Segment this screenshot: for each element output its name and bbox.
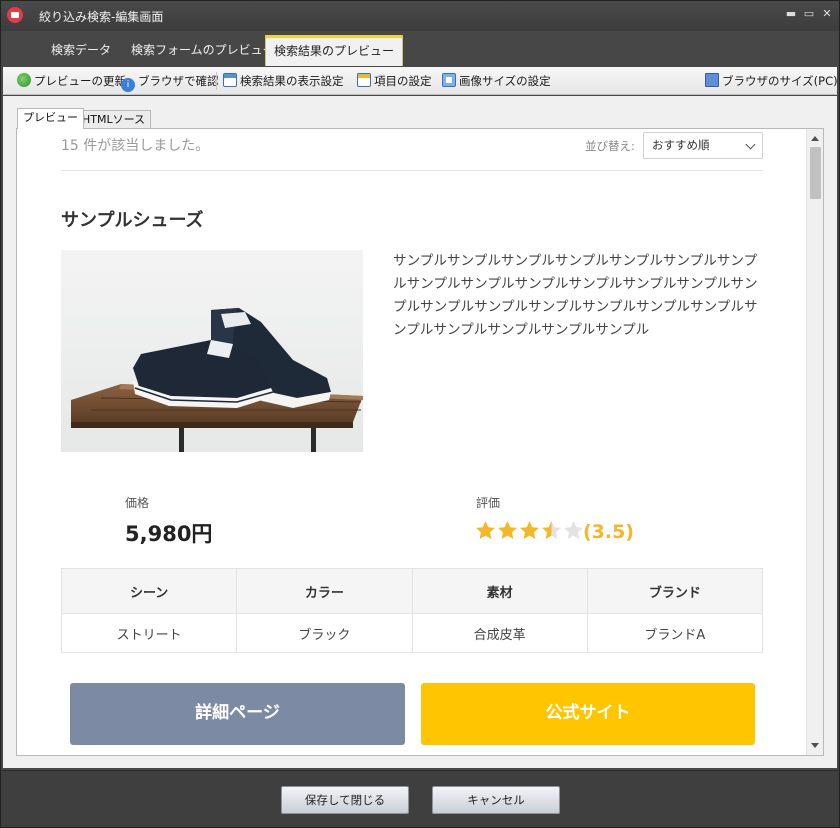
star-rating xyxy=(475,520,585,542)
scroll-thumb[interactable] xyxy=(810,147,821,199)
chevron-down-icon xyxy=(745,139,756,150)
monitor-icon xyxy=(705,73,719,87)
result-count: 15 件が該当しました。 xyxy=(61,138,210,154)
grid-icon xyxy=(223,73,237,87)
editor-window: 絞り込み検索-編集画面 ▬ ▭ ✕ 検索データ 検索フォームのプレビュー 検索結… xyxy=(0,0,840,828)
item-settings-label: 項目の設定 xyxy=(374,74,432,88)
star-icon xyxy=(520,521,539,539)
result-display-settings-button[interactable]: 検索結果の表示設定 xyxy=(223,73,344,89)
vertical-scrollbar[interactable] xyxy=(806,129,823,755)
items-icon xyxy=(357,73,371,87)
spec-value-scene: ストリート xyxy=(60,613,238,653)
refresh-preview-button[interactable]: プレビューの更新 xyxy=(17,73,126,89)
toolbar-separator xyxy=(216,72,217,90)
tab-search-data[interactable]: 検索データ xyxy=(43,35,119,66)
preview-frame[interactable]: 15 件が該当しました。 並び替え: おすすめ順 サンプルシューズ サンプルサン… xyxy=(16,128,824,756)
refresh-icon xyxy=(17,73,31,87)
spec-header-scene: シーン xyxy=(60,568,238,614)
cancel-button[interactable]: キャンセル xyxy=(432,786,560,814)
star-icon xyxy=(476,521,495,539)
maximize-icon[interactable]: ▭ xyxy=(803,8,815,20)
close-icon[interactable]: ✕ xyxy=(821,8,833,20)
browser-check-label: ブラウザで確認 xyxy=(138,74,219,88)
scroll-down-icon[interactable] xyxy=(811,743,819,748)
price-value: 5,980円 xyxy=(125,522,213,546)
tab-search-form-preview[interactable]: 検索フォームのプレビュー xyxy=(123,35,283,66)
tab-preview[interactable]: プレビュー xyxy=(17,108,84,129)
minimize-icon[interactable]: ▬ xyxy=(785,8,797,20)
preview-page: 15 件が該当しました。 並び替え: おすすめ順 サンプルシューズ サンプルサン… xyxy=(17,129,807,755)
toolbar: プレビューの更新 i ブラウザで確認 検索結果の表示設定 項目の設定 画像サイズの… xyxy=(3,67,840,95)
product-image xyxy=(61,250,363,452)
spec-header-color: カラー xyxy=(236,568,413,614)
info-icon: i xyxy=(121,78,135,92)
rating-value: (3.5) xyxy=(583,521,635,543)
spec-value-material: 合成皮革 xyxy=(411,613,588,653)
tab-html-source[interactable]: HTMLソース xyxy=(76,110,152,128)
spec-header-material: 素材 xyxy=(411,568,588,614)
scroll-up-icon[interactable] xyxy=(811,136,819,141)
result-display-settings-label: 検索結果の表示設定 xyxy=(240,74,344,88)
refresh-preview-label: プレビューの更新 xyxy=(34,74,126,88)
spec-table: シーン カラー 素材 ブランド ストリート ブラック 合成皮革 ブランドA xyxy=(60,568,764,653)
price-label: 価格 xyxy=(125,496,150,510)
window-title: 絞り込み検索-編集画面 xyxy=(39,10,164,24)
browser-check-button[interactable]: i ブラウザで確認 xyxy=(121,73,219,92)
main-tabs: 検索データ 検索フォームのプレビュー 検索結果のプレビュー xyxy=(1,31,839,67)
title-bar[interactable]: 絞り込み検索-編集画面 ▬ ▭ ✕ xyxy=(1,1,839,31)
divider xyxy=(61,170,763,171)
browser-size-label: ブラウザのサイズ(PC) xyxy=(722,74,838,88)
product-title: サンプルシューズ xyxy=(61,210,204,231)
spec-value-brand: ブランドA xyxy=(586,613,764,653)
item-settings-button[interactable]: 項目の設定 xyxy=(357,73,432,89)
star-icon xyxy=(542,521,561,539)
detail-page-button[interactable]: 詳細ページ xyxy=(70,683,405,745)
spec-header-brand: ブランド xyxy=(586,568,764,614)
star-icon xyxy=(564,521,583,539)
sort-value: おすすめ順 xyxy=(652,138,710,152)
spec-header-row: シーン カラー 素材 ブランド xyxy=(60,568,764,614)
spec-value-row: ストリート ブラック 合成皮革 ブランドA xyxy=(60,613,764,653)
spec-value-color: ブラック xyxy=(236,613,413,653)
app-icon xyxy=(7,7,23,23)
sort-select[interactable]: おすすめ順 xyxy=(643,132,763,159)
sort-label: 並び替え: xyxy=(585,139,635,153)
footer: 保存して閉じる キャンセル xyxy=(1,770,839,827)
browser-size-dropdown[interactable]: ブラウザのサイズ(PC) ▼ xyxy=(705,73,840,89)
star-icon xyxy=(498,521,517,539)
image-size-settings-label: 画像サイズの設定 xyxy=(459,74,551,88)
image-size-settings-button[interactable]: 画像サイズの設定 xyxy=(442,73,551,89)
image-icon xyxy=(442,73,456,87)
tab-search-results-preview[interactable]: 検索結果のプレビュー xyxy=(265,35,404,66)
save-close-button[interactable]: 保存して閉じる xyxy=(281,786,409,814)
content-area: プレビュー HTMLソース 15 件が該当しました。 並び替え: おすすめ順 サ… xyxy=(3,96,837,768)
product-description: サンプルサンプルサンプルサンプルサンプルサンプルサンプルサンプルサンプルサンプル… xyxy=(393,253,758,338)
official-site-button[interactable]: 公式サイト xyxy=(421,683,755,745)
rating-label: 評価 xyxy=(476,496,501,510)
